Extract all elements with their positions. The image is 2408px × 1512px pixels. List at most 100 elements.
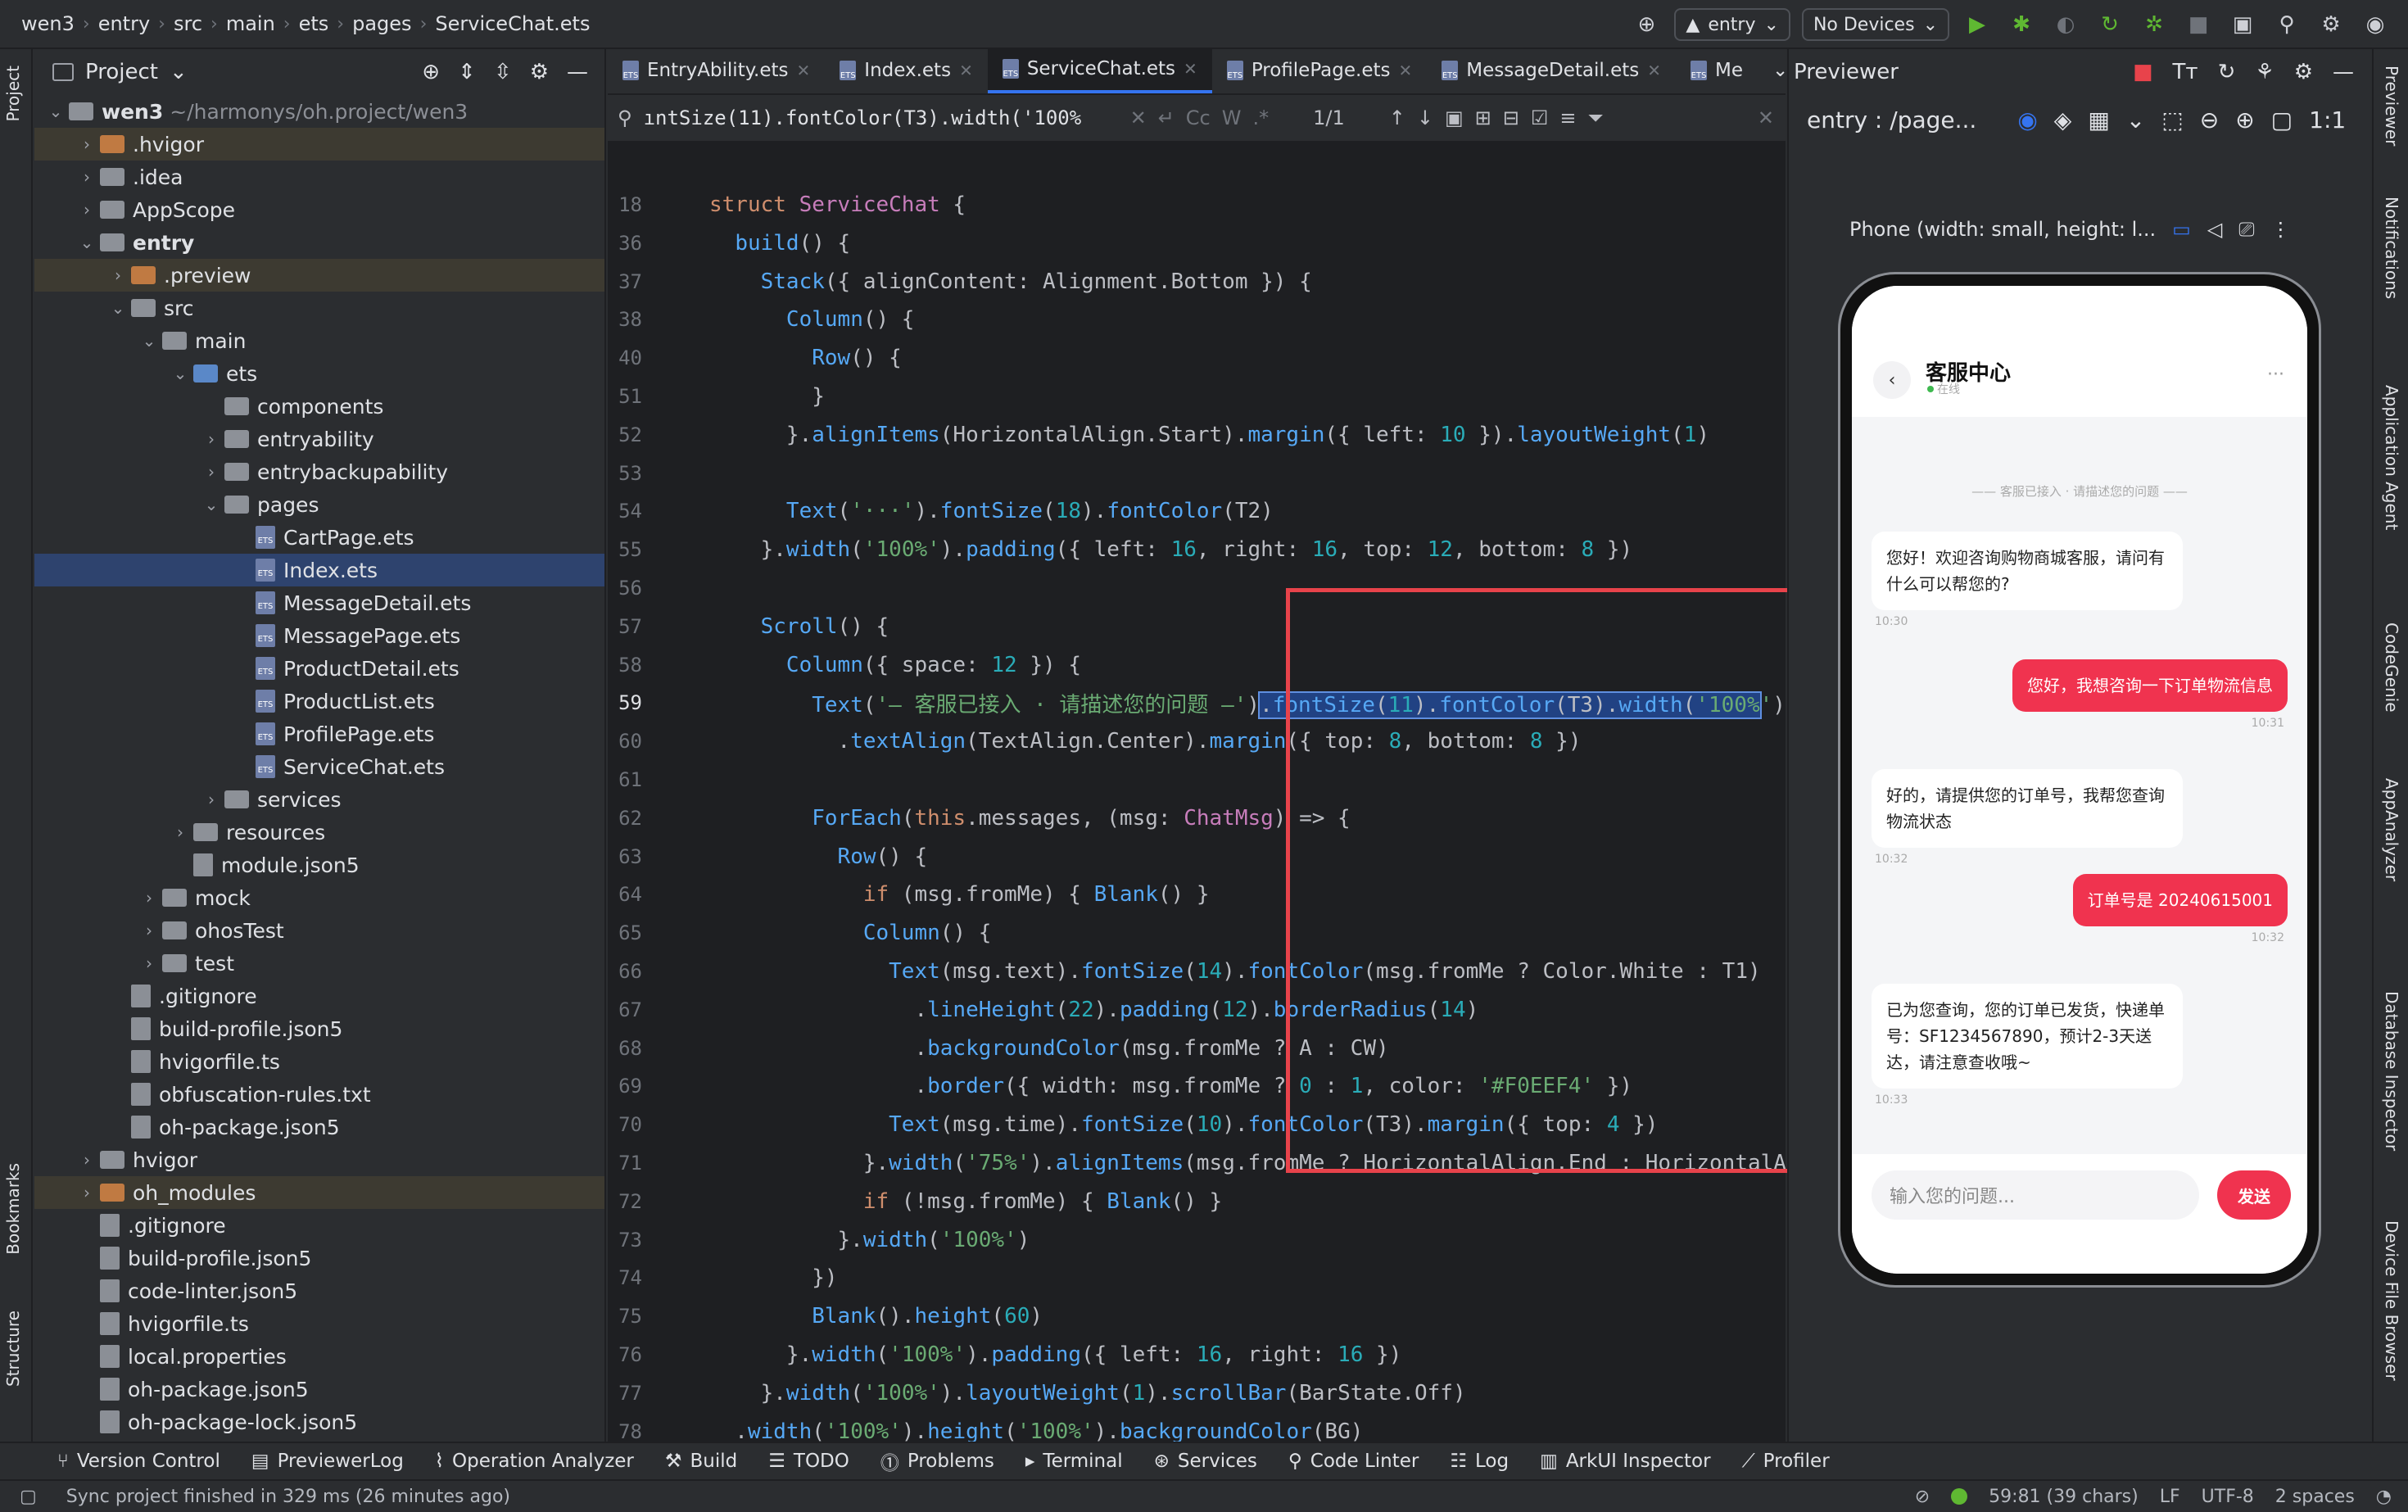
tree-item[interactable]: build-profile.json5 <box>34 1242 604 1274</box>
whole-word-toggle[interactable]: W <box>1222 106 1242 129</box>
code-line[interactable]: 18 struct ServiceChat { <box>608 187 1786 223</box>
code-line[interactable]: 61 <box>608 762 1786 798</box>
hot-reload-icon[interactable]: ↻ <box>2093 8 2126 41</box>
chevron-down-icon[interactable]: ⌄ <box>108 298 128 318</box>
tree-item[interactable]: › hvigor <box>34 1143 604 1176</box>
code-line[interactable]: 66 Text(msg.text).fontSize(14).fontColor… <box>608 953 1786 989</box>
zoom-out-icon[interactable]: ⊖ <box>2200 106 2219 134</box>
tree-item[interactable]: oh-package.json5 <box>34 1373 604 1406</box>
zoom-in-icon[interactable]: ⊕ <box>2235 106 2254 134</box>
tree-item[interactable]: › AppScope <box>34 193 604 226</box>
close-find-icon[interactable]: ✕ <box>1758 106 1774 129</box>
tree-item[interactable]: ETS Index.ets <box>34 554 604 586</box>
device-manager-icon[interactable]: ▣ <box>2226 8 2259 41</box>
tree-item[interactable]: › resources <box>34 816 604 849</box>
code-line[interactable]: 74 }) <box>608 1260 1786 1296</box>
font-size-icon[interactable]: Tт <box>2173 60 2198 84</box>
tree-item[interactable]: oh-package.json5 <box>34 1111 604 1143</box>
send-button[interactable]: 发送 <box>2217 1170 2291 1220</box>
remove-selection-icon[interactable]: ⊟ <box>1503 106 1519 129</box>
inspect-icon[interactable]: ◉ <box>2017 106 2037 134</box>
previous-match-icon[interactable]: ↑ <box>1389 106 1405 129</box>
chevron-down-icon[interactable]: ⌄ <box>201 495 221 514</box>
breadcrumb-item[interactable]: entry <box>93 12 155 35</box>
settings-icon[interactable]: ⚙ <box>2294 60 2313 84</box>
collapse-all-icon[interactable]: ⇳ <box>494 60 512 84</box>
code-line[interactable]: 55 }.width('100%').padding({ left: 16, r… <box>608 532 1786 568</box>
tree-item[interactable]: hvigorfile.ts <box>34 1307 604 1340</box>
tool-window-button[interactable]: ⑂ Version Control <box>57 1451 220 1472</box>
tree-item[interactable]: ETS ProfilePage.ets <box>34 718 604 750</box>
chevron-right-icon[interactable]: › <box>139 921 159 940</box>
tool-window-button[interactable]: ⊛ Services <box>1154 1451 1257 1472</box>
breadcrumb-item[interactable]: src <box>169 12 207 35</box>
select-occurrences-icon[interactable]: ☑ <box>1531 106 1549 129</box>
tree-item[interactable]: code-linter.json5 <box>34 1274 604 1307</box>
code-line[interactable]: 58 Column({ space: 12 }) { <box>608 647 1786 683</box>
breadcrumb-item[interactable]: pages <box>347 12 416 35</box>
project-tool-tab[interactable]: Project <box>3 66 23 121</box>
tree-item[interactable]: components <box>34 390 604 423</box>
device-label[interactable]: Phone (width: small, height: l... <box>1849 218 2156 241</box>
tool-window-button[interactable]: ⚲ Code Linter <box>1288 1451 1419 1472</box>
chevron-right-icon[interactable]: › <box>77 200 97 220</box>
line-separator[interactable]: LF <box>2160 1487 2180 1507</box>
tree-item[interactable]: oh-package-lock.json5 <box>34 1406 604 1438</box>
chevron-down-icon[interactable]: ⌄ <box>170 60 188 84</box>
chevron-right-icon[interactable]: › <box>77 1150 97 1170</box>
chevron-right-icon[interactable]: › <box>201 790 221 809</box>
file-encoding[interactable]: UTF-8 <box>2202 1487 2254 1507</box>
code-line[interactable]: 54 Text('···').fontSize(18).fontColor(T2… <box>608 493 1786 529</box>
editor-tab[interactable]: ETS MessageDetail.ets ✕ <box>1427 48 1676 93</box>
code-line[interactable]: 36 build() { <box>608 225 1786 261</box>
tree-item[interactable]: ⌄ entry <box>34 226 604 259</box>
code-line[interactable]: 37 Stack({ alignContent: Alignment.Botto… <box>608 264 1786 300</box>
run-icon[interactable]: ▶ <box>1961 8 1994 41</box>
no-sync-icon[interactable]: ⊘ <box>1915 1487 1930 1507</box>
code-line[interactable]: 72 if (!msg.fromMe) { Blank() } <box>608 1184 1786 1220</box>
search-icon[interactable]: ⚲ <box>2270 8 2303 41</box>
tool-window-button[interactable]: ☰ TODO <box>768 1451 849 1472</box>
tool-window-button[interactable]: ⓵ Problems <box>880 1447 994 1475</box>
code-line[interactable]: 75 Blank().height(60) <box>608 1298 1786 1334</box>
chevron-right-icon[interactable]: › <box>77 167 97 187</box>
tool-window-button[interactable]: ▸ Terminal <box>1025 1451 1123 1472</box>
code-line[interactable]: 52 }.alignItems(HorizontalAlign.Start).m… <box>608 417 1786 453</box>
chevron-right-icon[interactable]: › <box>77 1183 97 1202</box>
chevron-right-icon[interactable]: › <box>108 265 128 285</box>
filter-options-icon[interactable]: ≡ <box>1559 106 1576 129</box>
code-line[interactable]: 76 }.width('100%').padding({ left: 16, r… <box>608 1337 1786 1373</box>
chevron-right-icon[interactable]: › <box>77 134 97 154</box>
breadcrumb-item[interactable]: ets <box>294 12 334 35</box>
code-line[interactable]: 67 .lineHeight(22).padding(12).borderRad… <box>608 992 1786 1028</box>
code-line[interactable]: 40 Row() { <box>608 340 1786 376</box>
chevron-right-icon[interactable]: › <box>170 822 190 842</box>
close-tab-icon[interactable]: ✕ <box>1647 61 1661 80</box>
right-tool-tab[interactable]: CodeGenie <box>2382 622 2401 713</box>
tool-window-button[interactable]: ▤ PreviewerLog <box>251 1451 404 1472</box>
editor-tab[interactable]: ETS Me <box>1676 48 1758 93</box>
right-tool-tab[interactable]: Notifications <box>2382 197 2401 299</box>
code-line[interactable]: 69 .border({ width: msg.fromMe ? 0 : 1, … <box>608 1068 1786 1104</box>
expand-all-icon[interactable]: ⇕ <box>458 60 476 84</box>
right-tool-tab[interactable]: Database Inspector <box>2382 991 2401 1151</box>
code-line[interactable]: 68 .backgroundColor(msg.fromMe ? A : CW) <box>608 1030 1786 1066</box>
stop-preview-icon[interactable]: ■ <box>2133 60 2153 84</box>
code-area[interactable]: 18 struct ServiceChat {36 build() {37 Sta… <box>608 164 1786 1442</box>
breadcrumb-item[interactable]: wen3 <box>16 12 79 35</box>
editor-tab[interactable]: ETS ProfilePage.ets ✕ <box>1212 48 1427 93</box>
tree-item[interactable]: › .idea <box>34 161 604 193</box>
tree-item[interactable]: ⌄ ets <box>34 357 604 390</box>
editor-tab[interactable]: ETS EntryAbility.ets ✕ <box>608 48 825 93</box>
tree-item[interactable]: ⌄ main <box>34 324 604 357</box>
stop-icon[interactable]: ■ <box>2182 8 2215 41</box>
memory-icon[interactable]: ◔ <box>2376 1487 2392 1507</box>
code-line[interactable]: 38 Column() { <box>608 301 1786 337</box>
minimize-icon[interactable]: — <box>567 60 588 84</box>
tree-item[interactable]: build-profile.json5 <box>34 1012 604 1045</box>
tree-item[interactable]: › test <box>34 947 604 980</box>
filter-icon[interactable]: ⏷ <box>1588 106 1604 129</box>
code-line[interactable]: 62 ForEach(this.messages, (msg: ChatMsg)… <box>608 800 1786 836</box>
settings-icon[interactable]: ⚙ <box>2315 8 2347 41</box>
breadcrumb-item[interactable]: main <box>221 12 280 35</box>
